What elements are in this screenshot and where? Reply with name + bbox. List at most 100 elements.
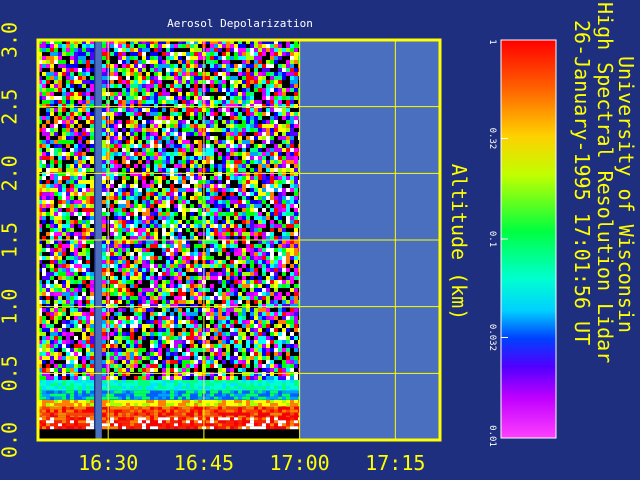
heatmap-cell bbox=[42, 324, 46, 328]
heatmap-cell bbox=[74, 96, 78, 100]
heatmap-cell bbox=[234, 324, 238, 328]
heatmap-cell bbox=[102, 92, 106, 96]
heatmap-cell bbox=[86, 168, 90, 172]
heatmap-cell bbox=[74, 236, 78, 240]
heatmap-cell bbox=[206, 184, 210, 188]
heatmap-cell bbox=[122, 252, 126, 256]
heatmap-cell bbox=[290, 156, 294, 160]
heatmap-cell bbox=[182, 272, 186, 276]
heatmap-cell bbox=[90, 184, 94, 188]
heatmap-cell bbox=[66, 196, 70, 200]
heatmap-cell bbox=[126, 344, 130, 348]
heatmap-cell bbox=[46, 196, 50, 200]
heatmap-cell bbox=[194, 48, 198, 52]
heatmap-cell bbox=[242, 220, 246, 224]
heatmap-cell bbox=[174, 328, 178, 332]
heatmap-cell bbox=[278, 236, 282, 240]
heatmap-cell bbox=[262, 140, 266, 144]
heatmap-cell bbox=[186, 200, 190, 204]
heatmap-cell bbox=[62, 108, 66, 112]
heatmap-cell bbox=[258, 188, 262, 192]
heatmap-cell bbox=[86, 108, 90, 112]
heatmap-cell bbox=[258, 344, 262, 348]
heatmap-cell bbox=[46, 208, 50, 212]
heatmap-cell bbox=[110, 140, 114, 144]
heatmap-cell bbox=[290, 64, 294, 68]
heatmap-cell bbox=[222, 284, 226, 288]
heatmap-cell bbox=[246, 340, 250, 344]
heatmap-cell bbox=[174, 168, 178, 172]
heatmap-cell bbox=[90, 144, 94, 148]
heatmap-cell bbox=[86, 88, 90, 92]
heatmap-cell bbox=[42, 256, 46, 260]
heatmap-cell bbox=[62, 236, 66, 240]
heatmap-cell bbox=[186, 76, 190, 80]
heatmap-cell bbox=[162, 260, 166, 264]
heatmap-cell bbox=[170, 152, 174, 156]
heatmap-cell bbox=[46, 64, 50, 68]
heatmap-cell bbox=[294, 200, 298, 204]
heatmap-cell bbox=[174, 156, 178, 160]
heatmap-cell bbox=[198, 64, 202, 68]
heatmap-cell bbox=[286, 192, 290, 196]
heatmap-cell bbox=[74, 268, 78, 272]
heatmap-cell bbox=[158, 232, 162, 236]
heatmap-cell bbox=[138, 76, 142, 80]
heatmap-cell bbox=[270, 228, 274, 232]
heatmap-cell bbox=[86, 64, 90, 68]
heatmap-cell bbox=[266, 232, 270, 236]
heatmap-cell bbox=[54, 284, 58, 288]
heatmap-cell bbox=[286, 308, 290, 312]
heatmap-cell bbox=[66, 256, 70, 260]
heatmap-cell bbox=[54, 148, 58, 152]
heatmap-cell bbox=[166, 128, 170, 132]
heatmap-cell bbox=[166, 156, 170, 160]
heatmap-cell bbox=[50, 296, 54, 300]
heatmap-cell bbox=[102, 228, 106, 232]
heatmap-cell bbox=[82, 200, 86, 204]
heatmap-cell bbox=[290, 216, 294, 220]
heatmap-cell bbox=[146, 52, 150, 56]
heatmap-cell bbox=[134, 176, 138, 180]
heatmap-cell bbox=[162, 172, 166, 176]
heatmap-cell bbox=[178, 132, 182, 136]
heatmap-cell bbox=[62, 244, 66, 248]
heatmap-cell bbox=[226, 204, 230, 208]
heatmap-cell bbox=[222, 132, 226, 136]
heatmap-cell bbox=[182, 316, 186, 320]
heatmap-cell bbox=[242, 56, 246, 60]
heatmap-cell bbox=[234, 172, 238, 176]
heatmap-cell bbox=[130, 172, 134, 176]
heatmap-cell bbox=[138, 304, 142, 308]
heatmap-cell bbox=[70, 44, 74, 48]
heatmap-cell bbox=[182, 92, 186, 96]
heatmap-cell bbox=[118, 296, 122, 300]
heatmap-cell bbox=[286, 280, 290, 284]
heatmap-cell bbox=[186, 180, 190, 184]
heatmap-cell bbox=[166, 148, 170, 152]
heatmap-cell bbox=[166, 124, 170, 128]
heatmap-cell bbox=[126, 148, 130, 152]
heatmap-cell bbox=[78, 296, 82, 300]
heatmap-cell bbox=[186, 132, 190, 136]
heatmap-cell bbox=[246, 52, 250, 56]
heatmap-cell bbox=[278, 188, 282, 192]
heatmap-cell bbox=[154, 56, 158, 60]
heatmap-cell bbox=[214, 76, 218, 80]
heatmap-cell bbox=[42, 328, 46, 332]
heatmap-cell bbox=[162, 348, 166, 352]
heatmap-cell bbox=[254, 184, 258, 188]
heatmap-cell bbox=[278, 216, 282, 220]
heatmap-cell bbox=[154, 96, 158, 100]
heatmap-cell bbox=[270, 60, 274, 64]
heatmap-cell bbox=[214, 328, 218, 332]
heatmap-cell bbox=[146, 184, 150, 188]
heatmap-cell bbox=[50, 220, 54, 224]
heatmap-cell bbox=[182, 188, 186, 192]
heatmap-cell bbox=[154, 284, 158, 288]
heatmap-cell bbox=[286, 136, 290, 140]
heatmap-cell bbox=[278, 256, 282, 260]
heatmap-cell bbox=[218, 60, 222, 64]
heatmap-cell bbox=[74, 148, 78, 152]
heatmap-cell bbox=[254, 320, 258, 324]
